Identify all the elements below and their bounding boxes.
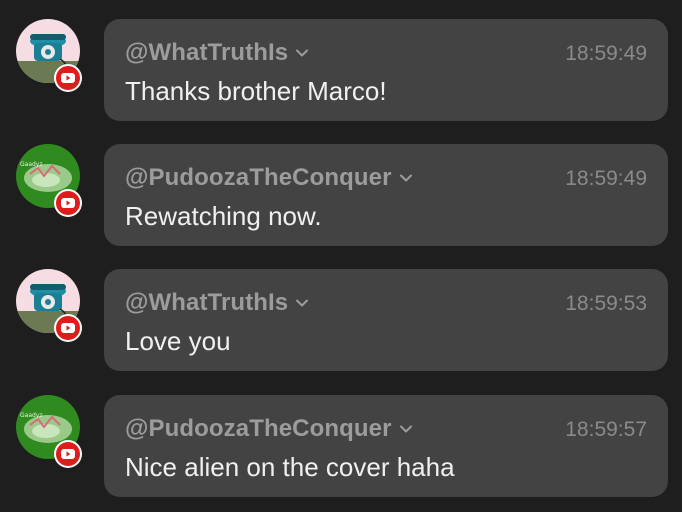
author-menu[interactable]: @PudoozaTheConquer bbox=[125, 415, 414, 443]
youtube-icon bbox=[61, 198, 75, 208]
chevron-down-icon[interactable] bbox=[398, 170, 414, 186]
message-text: Thanks brother Marco! bbox=[125, 76, 387, 106]
chat-message: Gaadyz @PudoozaTheConquer 18:59:49 Rewat… bbox=[0, 144, 682, 248]
youtube-badge bbox=[54, 314, 82, 342]
message-text: Love you bbox=[125, 326, 231, 356]
chevron-down-icon[interactable] bbox=[294, 45, 310, 61]
author-name[interactable]: @WhatTruthIs bbox=[125, 289, 288, 317]
youtube-badge bbox=[54, 440, 82, 468]
author-name[interactable]: @WhatTruthIs bbox=[125, 39, 288, 67]
svg-text:Gaadyz: Gaadyz bbox=[20, 412, 43, 419]
youtube-icon bbox=[61, 73, 75, 83]
timestamp: 18:59:49 bbox=[565, 42, 647, 65]
timestamp: 18:59:57 bbox=[565, 418, 647, 441]
youtube-badge bbox=[54, 189, 82, 217]
message-text: Rewatching now. bbox=[125, 201, 322, 231]
chevron-down-icon[interactable] bbox=[398, 421, 414, 437]
author-menu[interactable]: @WhatTruthIs bbox=[125, 289, 310, 317]
message-text: Nice alien on the cover haha bbox=[125, 452, 455, 482]
message-bubble: @WhatTruthIs 18:59:49 Thanks brother Mar… bbox=[104, 19, 668, 121]
timestamp: 18:59:53 bbox=[565, 292, 647, 315]
youtube-icon bbox=[61, 449, 75, 459]
author-name[interactable]: @PudoozaTheConquer bbox=[125, 415, 392, 443]
avatar[interactable]: Gaadyz bbox=[16, 395, 82, 468]
message-bubble: @WhatTruthIs 18:59:53 Love you bbox=[104, 269, 668, 371]
chat-message: @WhatTruthIs 18:59:49 Thanks brother Mar… bbox=[0, 19, 682, 123]
author-name[interactable]: @PudoozaTheConquer bbox=[125, 164, 392, 192]
svg-text:Gaadyz: Gaadyz bbox=[20, 161, 43, 168]
author-menu[interactable]: @PudoozaTheConquer bbox=[125, 164, 414, 192]
avatar[interactable] bbox=[16, 269, 82, 342]
chat-message: Gaadyz @PudoozaTheConquer 18:59:57 Nice … bbox=[0, 395, 682, 499]
message-bubble: @PudoozaTheConquer 18:59:49 Rewatching n… bbox=[104, 144, 668, 246]
timestamp: 18:59:49 bbox=[565, 167, 647, 190]
message-bubble: @PudoozaTheConquer 18:59:57 Nice alien o… bbox=[104, 395, 668, 497]
chevron-down-icon[interactable] bbox=[294, 295, 310, 311]
chat-feed: @WhatTruthIs 18:59:49 Thanks brother Mar… bbox=[0, 0, 682, 512]
avatar[interactable] bbox=[16, 19, 82, 92]
youtube-badge bbox=[54, 64, 82, 92]
avatar[interactable]: Gaadyz bbox=[16, 144, 82, 217]
youtube-icon bbox=[61, 323, 75, 333]
author-menu[interactable]: @WhatTruthIs bbox=[125, 39, 310, 67]
chat-message: @WhatTruthIs 18:59:53 Love you bbox=[0, 269, 682, 373]
